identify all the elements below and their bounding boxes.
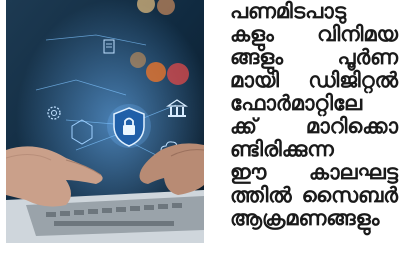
article-line: ഈ കാലഘട്ട bbox=[230, 160, 398, 184]
article-line: ണ്ടിരിക്കുന്ന bbox=[230, 137, 334, 161]
article-text: പണമിടപാടു കളും വിനിമയ ങ്ങളും പൂർണ മായി ഡ… bbox=[212, 0, 400, 254]
article-line: ആക്രമണങ്ങളും bbox=[230, 206, 380, 230]
article-line: കളും വിനിമയ bbox=[230, 22, 398, 46]
article-line: ഫോർമാറ്റിലേ bbox=[230, 91, 363, 115]
article-line: പണമിടപാടു bbox=[230, 0, 347, 23]
bokeh-light bbox=[130, 52, 146, 68]
article-photo bbox=[6, 0, 204, 243]
article-line: മായി ഡിജിറ്റൽ bbox=[230, 68, 398, 92]
article-line: ത്തിൽ സൈബർ bbox=[230, 183, 398, 207]
article-line: ങ്ങളും പൂർണ bbox=[230, 45, 398, 69]
bokeh-orange bbox=[146, 62, 166, 82]
bokeh-red bbox=[167, 63, 189, 85]
shield-lock-icon bbox=[107, 104, 151, 148]
article-line: ക്ക് മാറിക്കൊ bbox=[230, 114, 398, 138]
cyber-security-illustration bbox=[6, 0, 204, 243]
